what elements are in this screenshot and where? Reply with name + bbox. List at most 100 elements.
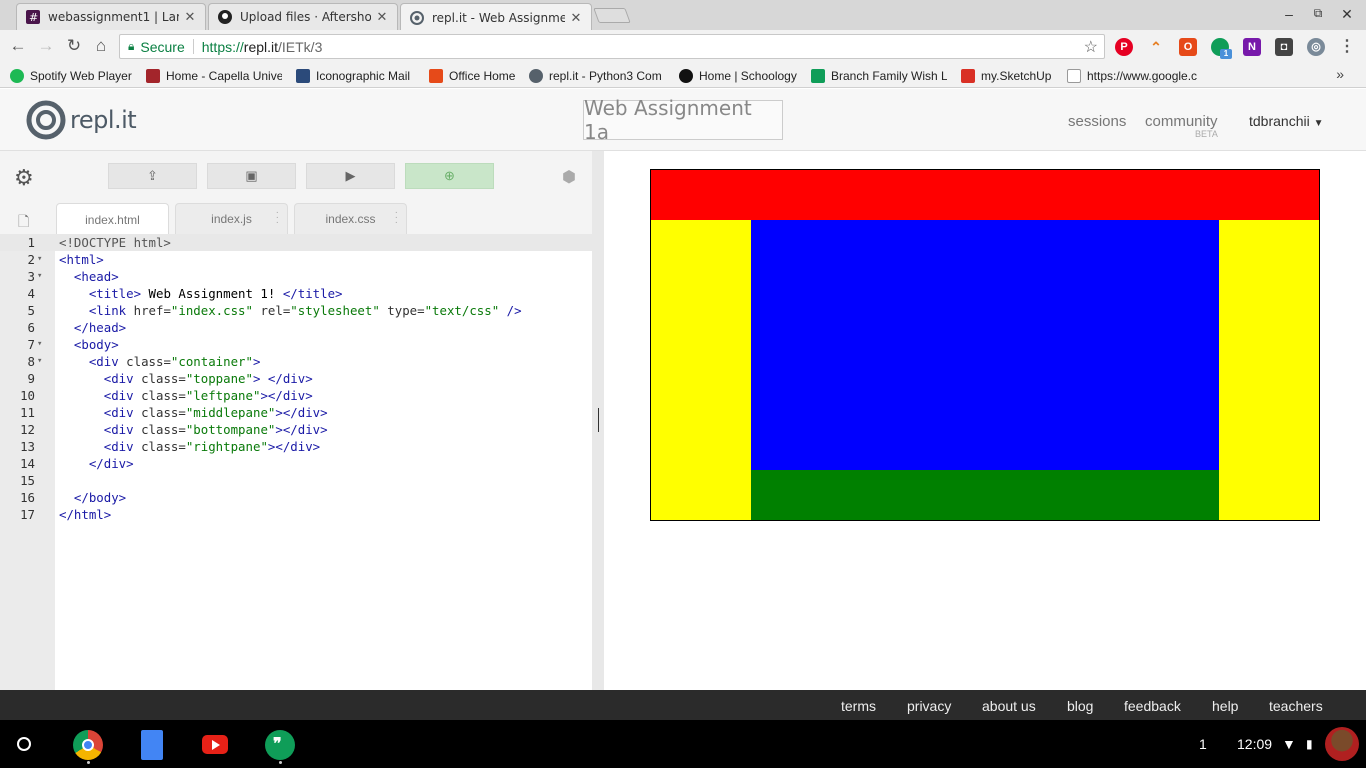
code-line[interactable]: 5 <link href="index.css" rel="stylesheet…	[0, 302, 592, 319]
maximize-icon[interactable]: ⧉	[1309, 6, 1327, 21]
browser-tab-replit[interactable]: repl.it - Web Assignment ✕	[400, 3, 592, 31]
address-bar[interactable]: 🔒︎ Secure https:// repl.it /IETk/3 ☆	[119, 34, 1105, 59]
code-line[interactable]: 10 <div class="leftpane"></div>	[0, 387, 592, 404]
replit-extension-icon[interactable]: ◎	[1307, 38, 1325, 56]
gear-icon[interactable]: ⚙	[14, 165, 34, 191]
notification-count[interactable]: 1	[1199, 736, 1207, 752]
home-icon[interactable]: ⌂	[91, 36, 111, 56]
footer-link-feedback[interactable]: feedback	[1124, 698, 1181, 714]
code-line[interactable]: 8 ▾ <div class="container">	[0, 353, 592, 370]
close-icon[interactable]: ✕	[375, 9, 389, 25]
window-close-icon[interactable]: ✕	[1338, 6, 1356, 23]
replit-header: repl.it Web Assignment 1a sessions commu…	[0, 89, 1366, 151]
fold-arrow-icon[interactable]: ▾	[37, 268, 42, 285]
code-line[interactable]: 2 ▾ <html>	[0, 251, 592, 268]
save-button[interactable]: ▣	[207, 163, 296, 189]
onenote-icon[interactable]: N	[1243, 38, 1261, 56]
code-line[interactable]: 11 <div class="middlepane"></div>	[0, 404, 592, 421]
new-tab-button[interactable]	[593, 8, 631, 23]
bookmark-star-icon[interactable]: ☆	[1084, 37, 1098, 57]
youtube-icon[interactable]	[202, 735, 228, 754]
footer-link-about[interactable]: about us	[982, 698, 1036, 714]
menu-icon[interactable]: ⋮	[1338, 38, 1356, 56]
fold-arrow-icon[interactable]: ▾	[37, 336, 42, 353]
chrome-icon[interactable]	[73, 730, 103, 760]
footer-link-teachers[interactable]: teachers	[1269, 698, 1323, 714]
bookmark-capella[interactable]: Home - Capella Unive	[146, 67, 282, 85]
back-icon[interactable]: ←	[8, 36, 28, 56]
bookmark-spotify[interactable]: Spotify Web Player	[10, 67, 135, 85]
footer-link-privacy[interactable]: privacy	[907, 698, 951, 714]
code-line[interactable]: 9 <div class="toppane"> </div>	[0, 370, 592, 387]
fold-arrow-icon[interactable]: ▾	[37, 353, 42, 370]
add-file-icon[interactable]: 🗋︎	[18, 211, 29, 235]
code-line[interactable]: 13 <div class="rightpane"></div>	[0, 438, 592, 455]
code-lines[interactable]: 1 <!DOCTYPE html> 2 ▾ <html> 3 ▾ <head> 4 <titl…	[0, 234, 592, 534]
minimize-icon[interactable]: –	[1280, 6, 1298, 22]
google-docs-icon[interactable]	[141, 730, 163, 760]
footer-link-help[interactable]: help	[1212, 698, 1238, 714]
bookmark-schoology[interactable]: Home | Schoology	[679, 67, 800, 85]
code-token: ></div>	[260, 388, 313, 403]
more-vertical-icon[interactable]: · · ·	[276, 208, 279, 228]
bookmark-office[interactable]: Office Home	[429, 67, 519, 85]
code-line[interactable]: 7 ▾ <body>	[0, 336, 592, 353]
bookmark-replit[interactable]: repl.it - Python3 Com	[529, 67, 664, 85]
code-line[interactable]: 12 <div class="bottompane"></div>	[0, 421, 592, 438]
code-token: href=	[133, 303, 171, 318]
run-button[interactable]: ▶	[306, 163, 395, 189]
keep-icon[interactable]: ◘	[1275, 38, 1293, 56]
browser-tab-webassignment[interactable]: # webassignment1 | Lamb ✕	[16, 3, 206, 30]
code-line[interactable]: 6 </head>	[0, 319, 592, 336]
fold-arrow-icon[interactable]: ▾	[37, 251, 42, 268]
share-button[interactable]: ⇪	[108, 163, 197, 189]
drag-handle[interactable]	[598, 408, 599, 432]
sessions-link[interactable]: sessions	[1068, 113, 1126, 130]
add-button[interactable]: ⊕	[405, 163, 494, 189]
bookmarks-overflow-button[interactable]: »	[1336, 66, 1344, 82]
code-line[interactable]: 15	[0, 472, 592, 489]
browser-tab-upload[interactable]: Upload files · Aftershock ✕	[208, 3, 398, 30]
code-line[interactable]: 1 <!DOCTYPE html>	[0, 234, 592, 251]
close-icon[interactable]: ✕	[183, 9, 197, 25]
code-line[interactable]: 17 </html>	[0, 506, 592, 523]
file-tab-index-css[interactable]: index.css · · ·	[294, 203, 407, 234]
battery-icon[interactable]: ▮	[1306, 737, 1313, 751]
user-menu[interactable]: tdbranchii ▼	[1249, 113, 1324, 129]
replit-logo[interactable]: repl.it	[26, 100, 137, 140]
clock[interactable]: 12:09	[1237, 736, 1272, 752]
replit-footer: terms privacy about us blog feedback hel…	[0, 690, 1366, 720]
avatar[interactable]	[1325, 727, 1359, 761]
footer-link-terms[interactable]: terms	[841, 698, 876, 714]
footer-link-blog[interactable]: blog	[1067, 698, 1093, 714]
office-icon[interactable]: O	[1179, 38, 1197, 56]
reload-icon[interactable]: ↻	[64, 36, 84, 56]
project-title[interactable]: Web Assignment 1a	[583, 96, 783, 144]
hangouts-icon[interactable]: ❞	[265, 730, 295, 760]
pinterest-icon[interactable]: P	[1115, 38, 1133, 56]
more-vertical-icon[interactable]: · · ·	[395, 208, 398, 228]
wifi-icon[interactable]: ▼	[1282, 736, 1296, 752]
bookmark-google[interactable]: https://www.google.c	[1067, 67, 1201, 85]
code-line[interactable]: 3 ▾ <head>	[0, 268, 592, 285]
code-line[interactable]: 14 </div>	[0, 455, 592, 472]
file-tab-index-js[interactable]: index.js · · ·	[175, 203, 288, 234]
launcher-icon[interactable]	[17, 737, 31, 751]
drive-extension-icon[interactable]: ⌃	[1147, 38, 1165, 56]
bookmark-branch-family[interactable]: Branch Family Wish L	[811, 67, 947, 85]
code-line[interactable]: 4 <title> Web Assignment 1! </title>	[0, 285, 592, 302]
community-link[interactable]: community	[1145, 113, 1218, 130]
close-icon[interactable]: ✕	[569, 10, 583, 26]
forward-icon[interactable]: →	[36, 36, 56, 56]
code-line[interactable]: 16 </body>	[0, 489, 592, 506]
package-icon[interactable]: ⬢	[562, 167, 576, 187]
bookmark-sketchup[interactable]: my.SketchUp	[961, 67, 1054, 85]
bookmark-iconographic[interactable]: Iconographic Mail	[296, 67, 414, 85]
file-tab-index-html[interactable]: index.html	[56, 203, 169, 235]
